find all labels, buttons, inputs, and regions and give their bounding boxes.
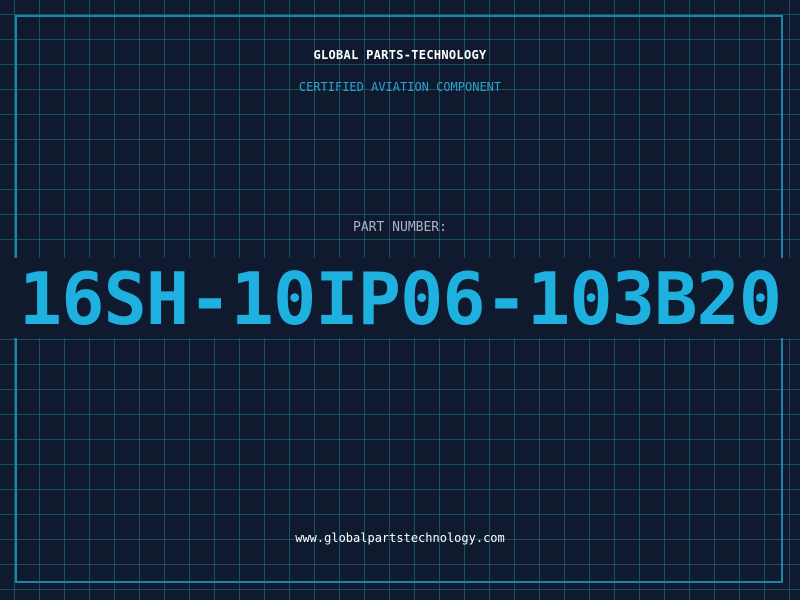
website-url[interactable]: www.globalpartstechnology.com: [0, 531, 800, 545]
part-number-value: 16SH-10IP06-103B20: [18, 257, 782, 341]
part-card: GLOBAL PARTS-TECHNOLOGY CERTIFIED AVIATI…: [0, 0, 800, 600]
certification-subtitle: CERTIFIED AVIATION COMPONENT: [298, 80, 502, 94]
part-number-label: PART NUMBER:: [353, 220, 447, 235]
brand-title: GLOBAL PARTS-TECHNOLOGY: [313, 48, 487, 62]
